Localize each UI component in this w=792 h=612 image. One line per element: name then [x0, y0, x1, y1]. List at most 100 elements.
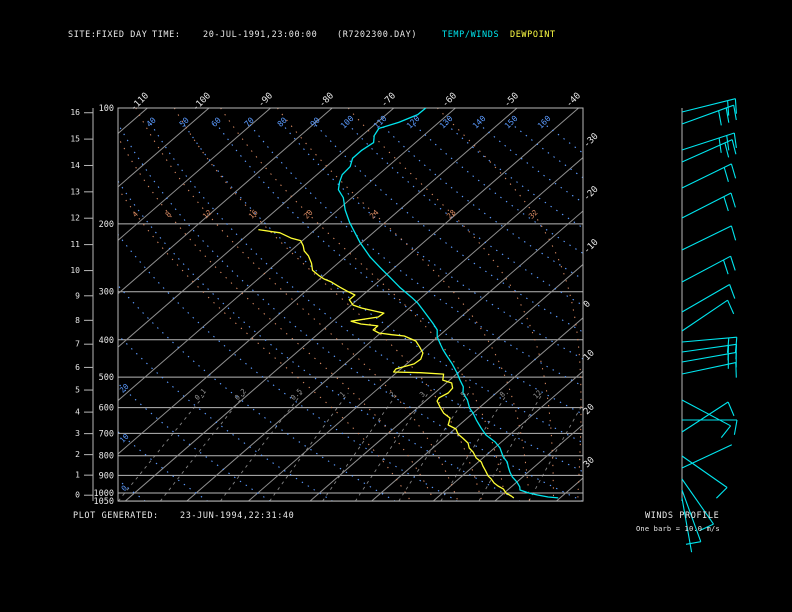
isotherm-line	[680, 108, 792, 501]
isotherm-line	[118, 108, 333, 295]
height-label: 5	[75, 386, 80, 395]
dry-adiabat-line	[248, 123, 583, 387]
height-pressure-axes: 1002003004005006007008009001000105001234…	[70, 104, 114, 507]
mixing-ratio-label: 12	[532, 389, 544, 401]
wind-barb-shaft	[681, 192, 732, 219]
height-label: 12	[70, 214, 80, 223]
wind-barb-feather	[734, 98, 737, 114]
dry-adiabat-top-label: 150	[503, 114, 520, 131]
mixing-ratio-label: 1	[338, 390, 347, 399]
moist-adiabat-label: 16	[247, 208, 260, 221]
moist-adiabat-lines	[118, 108, 582, 501]
dewpoint-trace	[258, 228, 515, 499]
wind-barb	[681, 284, 736, 313]
isotherm-right-label: 10	[582, 348, 597, 363]
moist-adiabat-line	[173, 108, 483, 501]
dry-adiabat-top-label: 70	[243, 116, 256, 129]
dry-adiabat-top-label: 50	[178, 116, 191, 129]
wind-barb	[681, 163, 737, 189]
height-label: 4	[75, 408, 80, 417]
mixing-ratio-label: 0.1	[193, 387, 208, 402]
moist-adiabat-label: 28	[445, 208, 458, 221]
pressure-label: 300	[99, 288, 114, 298]
wind-barb-shaft	[681, 225, 732, 251]
height-label: 13	[70, 187, 80, 196]
pressure-label: 800	[99, 452, 114, 462]
mixing-ratio-line	[269, 392, 349, 501]
wind-barb	[681, 401, 735, 433]
wind-barb-feather	[733, 419, 738, 435]
isotherm-lines	[118, 108, 792, 501]
isotherm-line	[118, 108, 271, 241]
dry-adiabat-top-label: 60	[210, 116, 223, 129]
wind-barb-feather	[733, 132, 737, 148]
mixing-ratio-line	[159, 392, 247, 501]
isotherm-right-label: 30	[582, 455, 597, 470]
height-label: 14	[70, 161, 80, 170]
isotherm-line	[494, 423, 583, 501]
moist-adiabat-line	[347, 108, 555, 501]
isotherm-right-label: -10	[582, 238, 601, 257]
isotherm-right-label: -30	[582, 132, 601, 151]
mixing-ratio-line	[220, 392, 303, 501]
isotherm-right-label: 0	[582, 299, 593, 310]
dry-adiabat-top-label: 160	[536, 114, 553, 131]
dry-adiabat-top-label: 140	[471, 114, 488, 131]
moist-adiabat-label: 32	[527, 208, 540, 221]
plot-generated-label: PLOT GENERATED:	[73, 511, 159, 521]
dry-adiabat-top-label: 120	[405, 114, 422, 131]
mixing-ratio-line	[528, 402, 583, 501]
dry-adiabat-line	[118, 284, 396, 501]
wind-barb-feather	[716, 487, 728, 499]
wind-barb	[681, 192, 736, 219]
skewt-screen: SITE: FIXED DAY TIME: 20-JUL-1991,23:00:…	[0, 0, 792, 612]
legend-temp-winds: TEMP/WINDS	[442, 30, 499, 40]
wind-barb-feather	[727, 100, 730, 116]
isotherm-top-label: -60	[441, 91, 460, 110]
isotherm-line	[118, 108, 395, 348]
mixing-ratio-line	[118, 392, 207, 501]
dry-adiabat-line	[183, 123, 583, 444]
wind-barb-feather	[718, 110, 722, 126]
temperature-trace	[337, 108, 559, 499]
winds-barb-note: One barb = 10.0 m/s	[636, 525, 720, 533]
wind-barb	[681, 299, 735, 332]
mixing-ratio-label: 2	[388, 390, 397, 399]
isotherm-line	[618, 108, 792, 501]
height-label: 8	[75, 316, 80, 325]
wind-barb-feather	[735, 362, 737, 378]
dry-adiabat-line	[412, 123, 583, 255]
isotherm-top-label: -90	[257, 91, 276, 110]
dry-adiabat-line	[215, 123, 583, 415]
mixing-ratio-label: 0.2	[233, 387, 248, 402]
sounding-traces	[258, 108, 559, 499]
wind-barb-shaft	[681, 284, 730, 313]
isotherm-line	[118, 108, 210, 188]
wind-barb-feather	[727, 299, 735, 315]
wind-barb-feather	[723, 196, 729, 212]
isotherm-top-label: -50	[503, 91, 522, 110]
wind-barb-feather	[722, 259, 729, 275]
isotherm-top-label: -80	[318, 91, 337, 110]
wind-barb-panel	[681, 98, 738, 553]
dry-adiabat-top-label: 130	[438, 114, 455, 131]
dry-adiabat-line	[118, 382, 271, 501]
isotherm-line	[432, 370, 583, 501]
height-label: 15	[70, 135, 80, 144]
isotherm-line	[118, 108, 518, 455]
moist-adiabat-label: 20	[302, 208, 315, 221]
isotherm-line	[248, 210, 583, 501]
skewt-plot: SITE: FIXED DAY TIME: 20-JUL-1991,23:00:…	[68, 30, 792, 553]
pressure-label: 700	[99, 429, 114, 439]
wind-barb-feather	[730, 192, 736, 208]
site-label: SITE:	[68, 30, 97, 40]
dry-adiabat-line	[543, 123, 583, 154]
wind-barb-feather	[730, 163, 737, 179]
height-label: 16	[70, 108, 80, 117]
wind-barb	[681, 255, 736, 283]
height-label: 11	[70, 240, 80, 249]
dry-adiabat-top-label: 40	[145, 116, 158, 129]
dry-adiabat-line	[314, 123, 583, 333]
mixing-ratio-line	[322, 392, 398, 501]
dry-adiabat-line	[118, 180, 521, 501]
